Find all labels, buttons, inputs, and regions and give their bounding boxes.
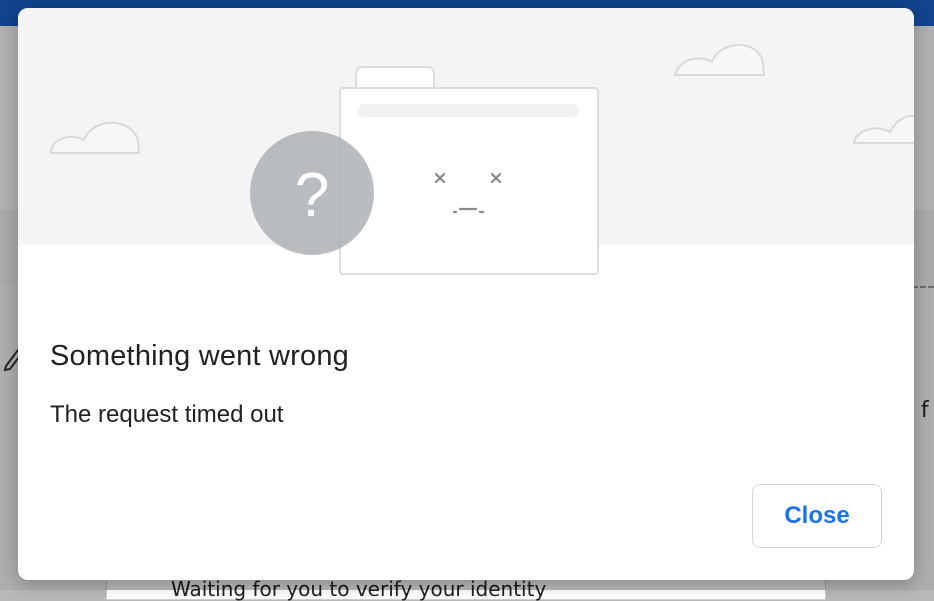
question-mark-icon: ? [250,131,374,255]
close-button[interactable]: Close [752,484,882,548]
error-illustration-graphic: ? [49,43,914,275]
cloud-icon [673,43,766,76]
error-dialog: ? Something went wrong The request timed… [18,8,914,580]
error-illustration: ? [18,8,914,298]
broken-page-icon [339,66,599,275]
cloud-icon [852,114,914,144]
question-mark-glyph: ? [295,161,329,230]
error-message: The request timed out [50,401,284,428]
cloud-icon [49,121,141,154]
dialog-title: Something went wrong [50,340,349,372]
